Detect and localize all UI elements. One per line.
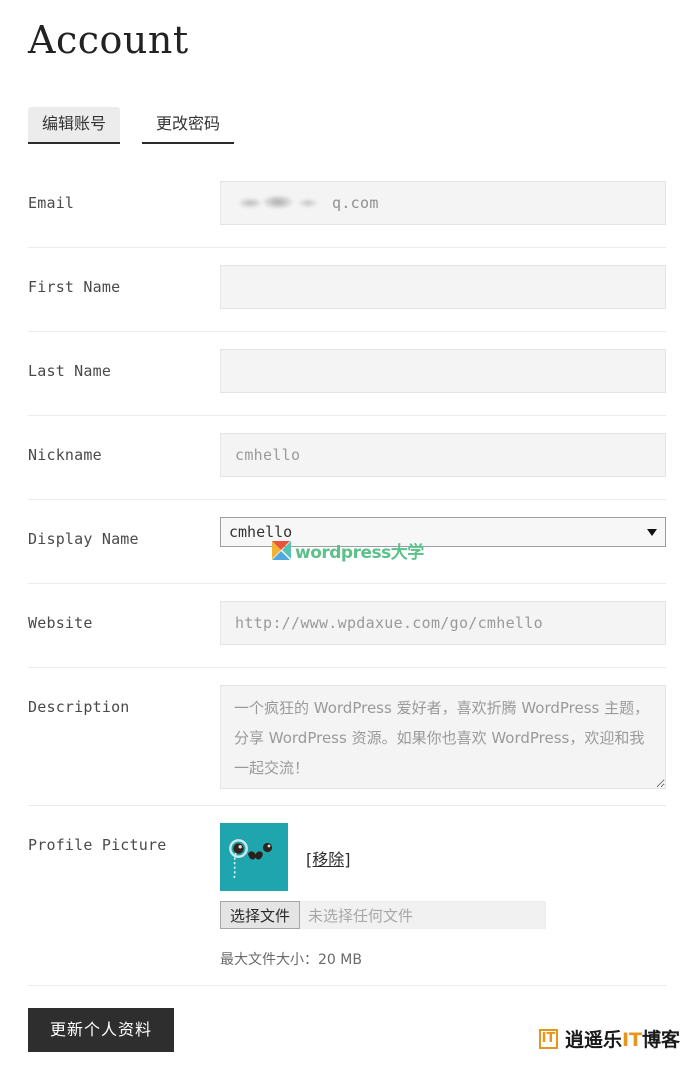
label-description: Description [28,697,130,716]
email-visible-value: q.com [332,193,379,212]
field-row-website: Website [28,584,666,668]
control-nickname [220,432,666,477]
first-name-input[interactable] [220,264,666,309]
field-row-first-name: First Name [28,248,666,332]
control-profile-picture: [移除] 选择文件 未选择任何文件 最大文件大小：20 MB [220,822,666,969]
field-row-last-name: Last Name [28,332,666,416]
field-row-description: Description 一个疯狂的 WordPress 爱好者，喜欢折腾 Wor… [28,668,666,806]
nickname-input[interactable] [220,432,666,477]
account-page: Account 编辑账号 更改密码 Email q.com First Name [0,0,694,1066]
control-display-name: cmhello [220,516,666,547]
field-row-profile-picture: Profile Picture [移除] 选择文件 未选择任何文件 最大文件大小… [28,806,666,986]
email-field[interactable] [220,180,666,225]
label-last-name: Last Name [28,361,112,380]
website-input[interactable] [220,600,666,645]
field-row-display-name: Display Name cmhello [28,500,666,584]
label-first-name: First Name [28,277,121,296]
control-first-name [220,264,666,309]
choose-file-button[interactable]: 选择文件 [220,900,301,929]
description-textarea[interactable]: 一个疯狂的 WordPress 爱好者，喜欢折腾 WordPress 主题，分享… [220,684,666,789]
control-website [220,600,666,645]
file-input[interactable]: 选择文件 未选择任何文件 [220,900,546,929]
file-status-text: 未选择任何文件 [308,906,414,925]
field-row-nickname: Nickname [28,416,666,500]
monster-avatar-icon [220,822,288,891]
control-description: 一个疯狂的 WordPress 爱好者，喜欢折腾 WordPress 主题，分享… [220,684,666,789]
tab-change-password[interactable]: 更改密码 [142,107,235,144]
update-profile-button[interactable]: 更新个人资料 [28,1007,175,1052]
profile-form: Email q.com First Name Last Name Nicknam… [28,164,666,986]
display-name-select[interactable]: cmhello [220,516,666,547]
page-title: Account [28,18,189,62]
label-profile-picture: Profile Picture [28,835,167,854]
field-row-email: Email q.com [28,164,666,248]
label-email: Email [28,193,75,212]
tab-bar: 编辑账号 更改密码 [28,106,666,144]
label-nickname: Nickname [28,445,102,464]
label-website: Website [28,613,93,632]
remove-picture-link[interactable]: [移除] [306,846,351,870]
tab-edit-account[interactable]: 编辑账号 [28,106,121,144]
avatar [220,822,288,891]
last-name-input[interactable] [220,348,666,393]
max-file-size-note: 最大文件大小：20 MB [220,951,362,968]
submit-area: 更新个人资料 [28,986,666,1052]
control-email: q.com [220,180,666,225]
label-display-name: Display Name [28,529,139,548]
control-last-name [220,348,666,393]
